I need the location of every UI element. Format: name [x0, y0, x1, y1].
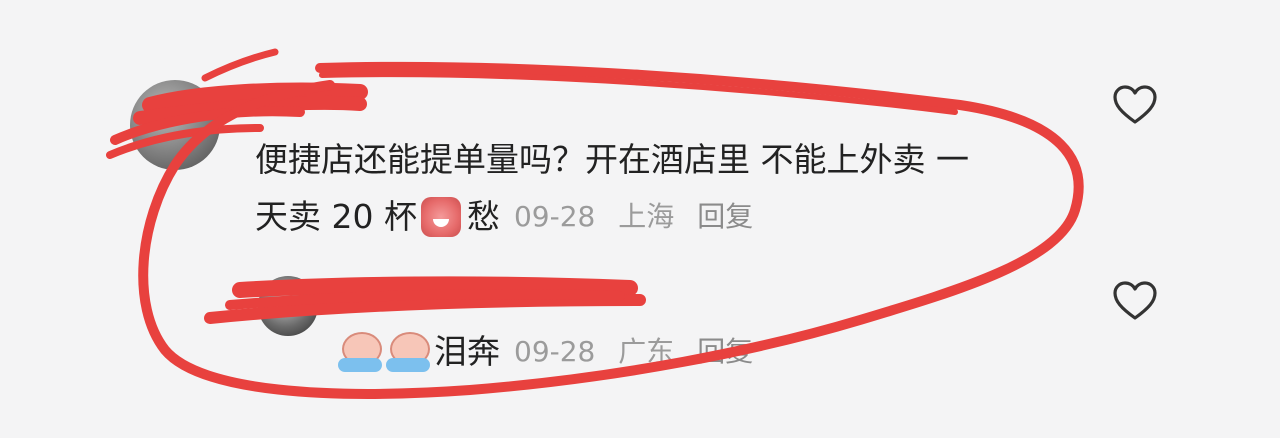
red-annotation-overlay — [106, 48, 1084, 399]
